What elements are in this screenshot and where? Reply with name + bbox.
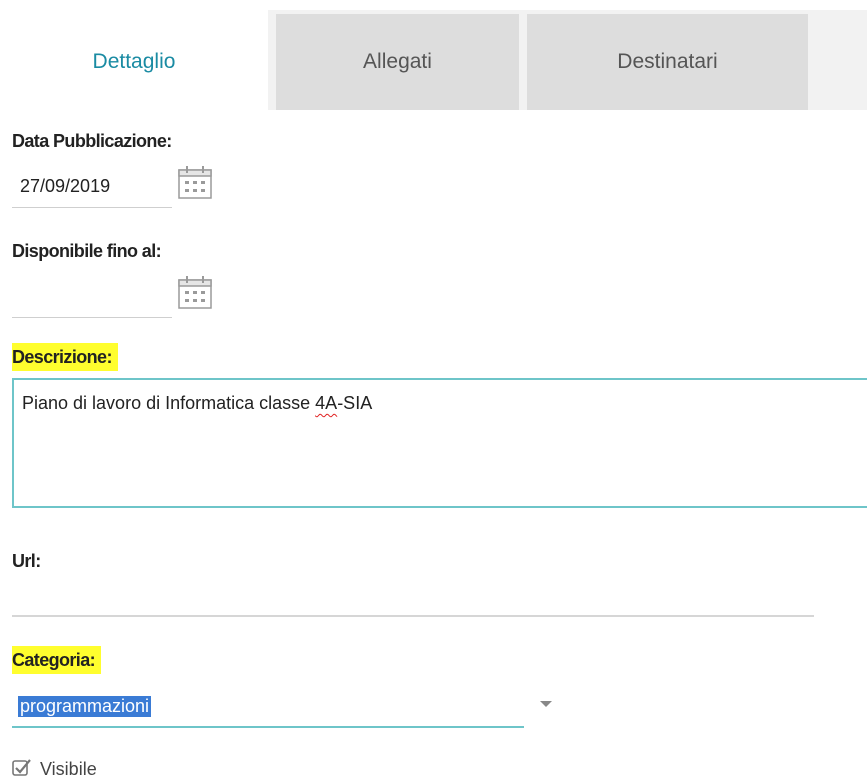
visibile-label: Visibile xyxy=(40,759,97,779)
categoria-label-text: Categoria: xyxy=(12,646,102,674)
categoria-label: Categoria: xyxy=(12,646,102,674)
disponibile-fino-al-input[interactable] xyxy=(12,278,172,318)
data-pubblicazione-label: Data Pubblicazione: xyxy=(12,131,172,151)
data-pubblicazione-input[interactable]: 27/09/2019 xyxy=(12,168,172,208)
descrizione-label-text: Descrizione: xyxy=(12,343,118,371)
checkbox-checked-icon[interactable] xyxy=(12,758,32,781)
categoria-select[interactable]: programmazioni xyxy=(12,688,524,728)
descrizione-misspelled-word: 4A xyxy=(315,393,338,413)
calendar-icon[interactable] xyxy=(176,164,216,202)
calendar-icon[interactable] xyxy=(176,274,216,312)
descrizione-text-start: Piano di lavoro di Informatica classe xyxy=(22,393,316,413)
tab-destinatari[interactable]: Destinatari xyxy=(527,14,808,110)
chevron-down-icon[interactable] xyxy=(540,701,552,707)
url-input[interactable] xyxy=(12,615,814,617)
url-label: Url: xyxy=(12,551,41,571)
categoria-selected-value: programmazioni xyxy=(18,696,152,717)
tab-bar-top-strip xyxy=(0,0,867,10)
descrizione-textarea[interactable]: Piano di lavoro di Informatica classe 4A… xyxy=(12,378,867,508)
descrizione-label: Descrizione: xyxy=(12,343,118,371)
tab-dettaglio[interactable]: Dettaglio xyxy=(0,10,268,114)
descrizione-text-end: -SIA xyxy=(337,393,373,413)
visibile-checkbox-row[interactable]: Visibile xyxy=(12,758,97,781)
tab-bar: Dettaglio Allegati Destinatari xyxy=(0,0,867,114)
disponibile-fino-al-label: Disponibile fino al: xyxy=(12,241,162,261)
tab-allegati[interactable]: Allegati xyxy=(276,14,519,110)
